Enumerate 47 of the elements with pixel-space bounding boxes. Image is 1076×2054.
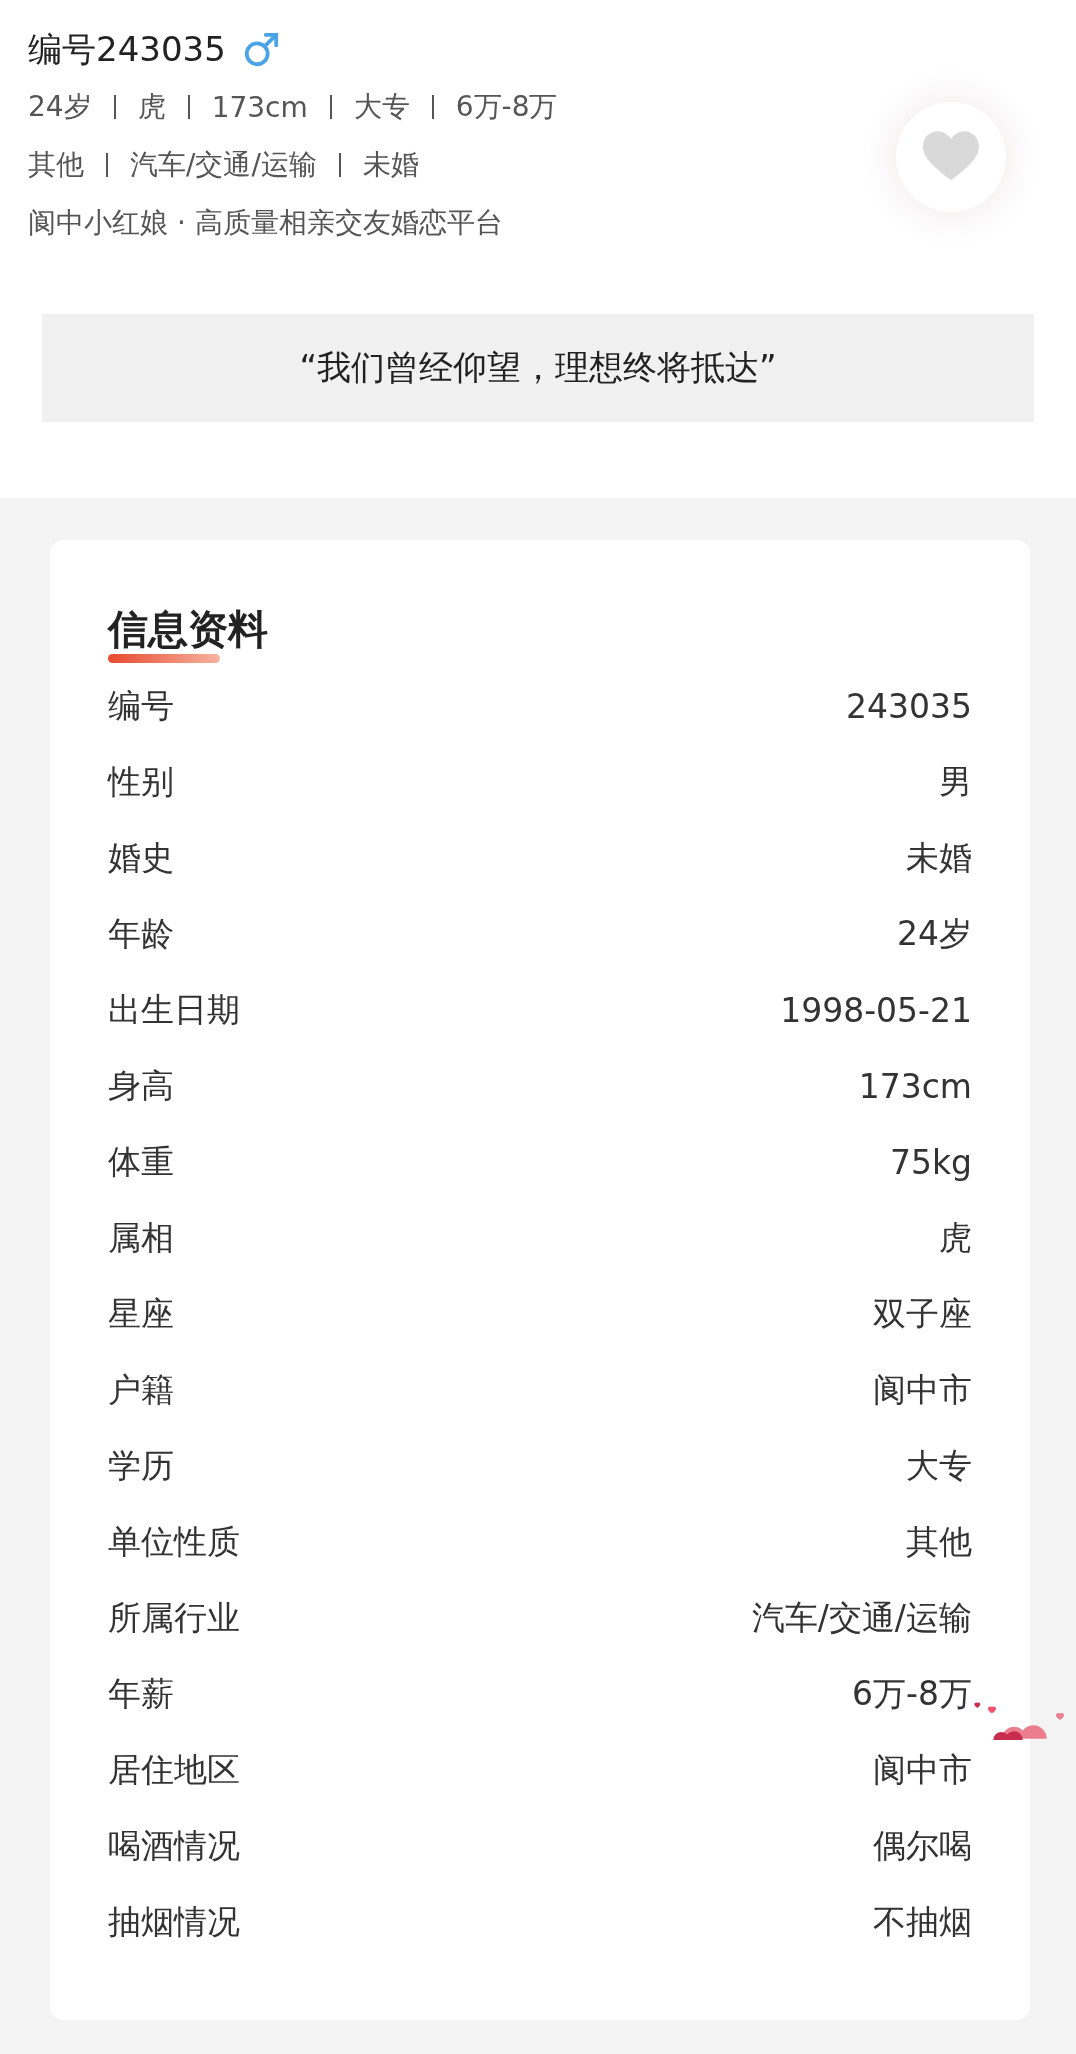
info-label: 出生日期 <box>108 988 240 1031</box>
info-label: 单位性质 <box>108 1520 240 1563</box>
profile-tag: 173cm <box>211 90 308 124</box>
profile-tag: 6万-8万 <box>455 88 558 126</box>
info-value: 虎 <box>939 1216 972 1259</box>
info-value: 173cm <box>858 1066 972 1106</box>
info-value: 阆中市 <box>873 1368 972 1411</box>
section-heading: 信息资料 <box>108 607 268 651</box>
info-value: 243035 <box>846 686 972 726</box>
info-value: 6万-8万 <box>852 1672 972 1715</box>
profile-tag: 汽车/交通/运输 <box>130 146 317 184</box>
info-value: 偶尔喝 <box>873 1824 972 1867</box>
quote-banner: “我们曾经仰望，理想终将抵达” <box>42 314 1034 422</box>
info-value: 汽车/交通/运输 <box>751 1596 972 1639</box>
info-value: 75kg <box>889 1142 972 1182</box>
info-label: 户籍 <box>108 1368 174 1411</box>
info-label: 年龄 <box>108 912 174 955</box>
info-value: 其他 <box>906 1520 972 1563</box>
info-label: 所属行业 <box>108 1596 240 1639</box>
info-label: 身高 <box>108 1064 174 1107</box>
info-label: 编号 <box>108 684 174 727</box>
info-label: 属相 <box>108 1216 174 1259</box>
info-label: 婚史 <box>108 836 174 879</box>
profile-tag: 其他 <box>28 146 84 184</box>
profile-tag: 24岁 <box>28 88 92 126</box>
info-value: 24岁 <box>897 912 972 955</box>
info-value: 大专 <box>906 1444 972 1487</box>
profile-tag: 未婚 <box>362 146 419 184</box>
profile-tag: 虎 <box>137 88 166 126</box>
platform-text: 阆中小红娘 · 高质量相亲交友婚恋平台 <box>28 205 504 241</box>
info-label: 星座 <box>108 1292 174 1335</box>
info-label: 居住地区 <box>108 1748 240 1791</box>
info-value: 男 <box>939 760 972 803</box>
info-label: 体重 <box>108 1140 174 1183</box>
profile-tag: 大专 <box>353 88 410 126</box>
info-label: 抽烟情况 <box>108 1900 240 1943</box>
info-label: 喝酒情况 <box>108 1824 240 1867</box>
info-label: 年薪 <box>108 1672 174 1715</box>
heart-icon <box>923 131 979 183</box>
info-label: 学历 <box>108 1444 174 1487</box>
profile-title: 编号243035 <box>28 28 226 71</box>
info-label: 性别 <box>108 760 174 803</box>
info-value: 未婚 <box>906 836 972 879</box>
info-value: 双子座 <box>873 1292 972 1335</box>
info-value: 不抽烟 <box>873 1900 972 1943</box>
info-value: 阆中市 <box>873 1748 972 1791</box>
info-value: 1998-05-21 <box>780 990 972 1030</box>
